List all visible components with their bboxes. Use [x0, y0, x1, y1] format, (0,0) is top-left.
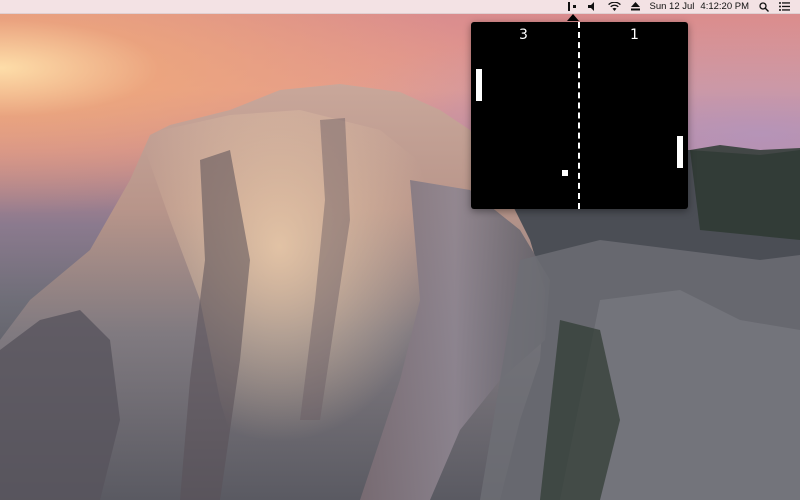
pong-game-popover[interactable]: 3 1: [471, 22, 688, 209]
wifi-icon[interactable]: [607, 0, 621, 14]
eject-icon[interactable]: [630, 0, 640, 14]
notification-center-icon[interactable]: [779, 0, 790, 14]
menubar-date[interactable]: Sun 12 Jul: [650, 0, 695, 14]
ball: [562, 170, 568, 176]
volume-icon[interactable]: [587, 0, 598, 14]
menu-bar: Sun 12 Jul 4:12:20 PM: [0, 0, 800, 14]
menubar-time[interactable]: 4:12:20 PM: [700, 0, 749, 14]
center-net: [578, 22, 580, 209]
score-left: 3: [519, 27, 528, 43]
paddle-left[interactable]: [476, 69, 482, 101]
search-icon[interactable]: [759, 0, 769, 14]
paddle-right: [677, 136, 683, 168]
pong-icon[interactable]: [567, 0, 578, 14]
desktop: Sun 12 Jul 4:12:20 PM 3 1: [0, 0, 800, 500]
score-right: 1: [630, 27, 639, 43]
